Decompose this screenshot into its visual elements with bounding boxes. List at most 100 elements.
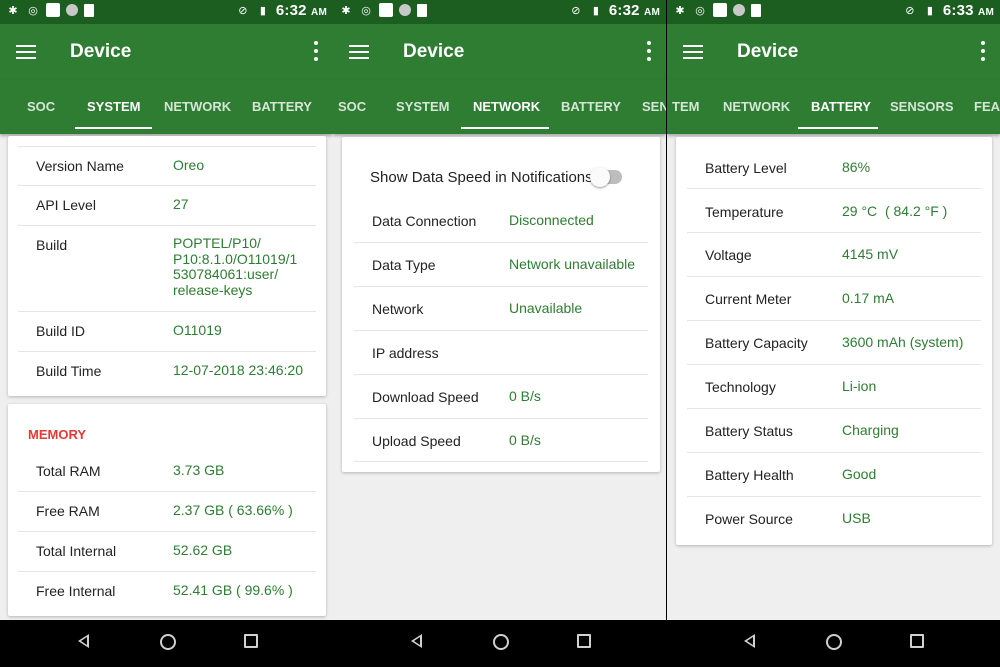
settings-icon: ✱ [675,4,685,17]
notification-icon [379,3,393,17]
recents-icon[interactable] [577,634,591,648]
row-value: Li-ion [842,378,877,394]
signal-off-icon: ⊘ [905,5,915,17]
menu-icon[interactable] [683,42,703,60]
recents-icon[interactable] [910,634,924,648]
memory-card: MEMORY Total RAM 3.73 GB Free RAM 2.37 G… [8,404,326,616]
row-value: 3600 mAh (system) [842,334,964,350]
row-value: O11019 [173,322,222,338]
list-item: Version Name Oreo [18,146,316,186]
tab-sensors[interactable]: SENSORS [890,99,954,114]
row-label: IP address [372,345,439,361]
list-item: Technology Li-ion [687,365,981,409]
tab-battery[interactable]: BATTERY [252,99,312,114]
row-label: Free RAM [36,503,100,519]
settings-icon: ✱ [8,4,18,17]
clock: 6:32 AM [275,2,327,19]
row-value: 52.62 GB [173,542,233,558]
list-item: Battery Level 86% [687,145,981,189]
screen-network: ✱ ◎ ⊘ ▮ 6:32 AM Device SOC SYSTEM NETWOR… [333,0,666,620]
row-value: 12-07-2018 23:46:20 [173,362,303,378]
row-value: 3.73 GB [173,462,225,478]
notification-icon [46,3,60,17]
signal-off-icon: ⊘ [571,5,581,17]
app-bar: Device [333,24,666,80]
file-icon [84,3,94,17]
row-value: Charging [842,422,899,438]
list-item: Build POPTEL/P10/ P10:8.1.0/O11019/1 530… [18,226,316,312]
section-title: MEMORY [28,427,87,442]
tab-sensors[interactable]: SEN [642,99,666,114]
system-navigation-bar [0,620,1000,667]
list-item: Voltage 4145 mV [687,233,981,277]
network-card: Show Data Speed in Notifications Data Co… [342,137,660,472]
list-item: Total RAM 3.73 GB [18,452,316,492]
tab-battery[interactable]: BATTERY [811,99,871,114]
file-icon [417,3,427,17]
row-label: Upload Speed [372,433,461,449]
list-item: Power Source USB [687,497,981,540]
row-label: Voltage [705,247,752,263]
list-item: Total Internal 52.62 GB [18,532,316,572]
screen-battery: ✱ ◎ ⊘ ▮ 6:33 AM Device TEM NETWORK BATTE… [667,0,1000,620]
row-label: Data Connection [372,213,477,229]
tab-system[interactable]: SYSTEM [396,99,449,114]
status-bar: ✱ ◎ ⊘ ▮ 6:32 AM [333,0,666,24]
row-value: 2.37 GB ( 63.66% ) [173,502,293,518]
clock: 6:33 AM [942,2,994,19]
row-label: Build ID [36,323,86,339]
back-icon[interactable] [78,634,89,648]
home-icon[interactable] [160,634,176,650]
row-label: Battery Capacity [705,335,808,351]
row-label: Temperature [705,204,784,220]
tab-bar: SOC SYSTEM NETWORK BATTERY [0,80,333,134]
tab-system[interactable]: TEM [672,99,699,114]
battery-icon: ▮ [926,5,933,17]
row-label: Battery Level [705,160,787,176]
tab-indicator [75,127,152,129]
battery-icon: ▮ [259,5,266,17]
back-icon[interactable] [411,634,422,648]
row-value: 29 °C ( 84.2 °F ) [842,203,948,219]
tab-bar: TEM NETWORK BATTERY SENSORS FEA [667,80,1000,134]
data-speed-toggle[interactable] [590,167,622,187]
menu-icon[interactable] [349,42,369,60]
tab-soc[interactable]: SOC [27,99,55,114]
tab-network[interactable]: NETWORK [723,99,790,114]
tab-network[interactable]: NETWORK [473,99,540,114]
tab-soc[interactable]: SOC [338,99,366,114]
list-item: Data Type Network unavailable [354,243,648,287]
overflow-menu-icon[interactable] [313,41,319,61]
row-label: Download Speed [372,389,479,405]
menu-icon[interactable] [16,42,36,60]
back-icon[interactable] [744,634,755,648]
settings-icon: ✱ [341,4,351,17]
tab-features[interactable]: FEA [974,99,1000,114]
system-card: Version Name Oreo API Level 27 Build POP… [8,136,326,396]
status-bar: ✱ ◎ ⊘ ▮ 6:33 AM [667,0,1000,24]
row-label: Data Type [372,257,436,273]
tab-bar: SOC SYSTEM NETWORK BATTERY SEN [333,80,666,134]
recents-icon[interactable] [244,634,258,648]
home-icon[interactable] [493,634,509,650]
row-value: 27 [173,196,189,212]
overflow-menu-icon[interactable] [646,41,652,61]
row-label: Power Source [705,511,793,527]
overflow-menu-icon[interactable] [980,41,986,61]
tab-system[interactable]: SYSTEM [87,99,140,114]
tab-battery[interactable]: BATTERY [561,99,621,114]
file-icon [751,3,761,17]
list-item: Data Connection Disconnected [354,199,648,243]
list-item: Build Time 12-07-2018 23:46:20 [18,352,316,391]
tab-network[interactable]: NETWORK [164,99,231,114]
row-label: API Level [36,197,96,213]
app-title: Device [70,41,132,62]
list-item: Free RAM 2.37 GB ( 63.66% ) [18,492,316,532]
status-bar: ✱ ◎ ⊘ ▮ 6:32 AM [0,0,333,24]
home-icon[interactable] [826,634,842,650]
app-bar: Device [0,24,333,80]
row-value: Network unavailable [509,256,636,272]
row-value: 0.17 mA [842,290,895,306]
row-label: Total RAM [36,463,101,479]
toggle-label: Show Data Speed in Notifications [370,169,593,186]
